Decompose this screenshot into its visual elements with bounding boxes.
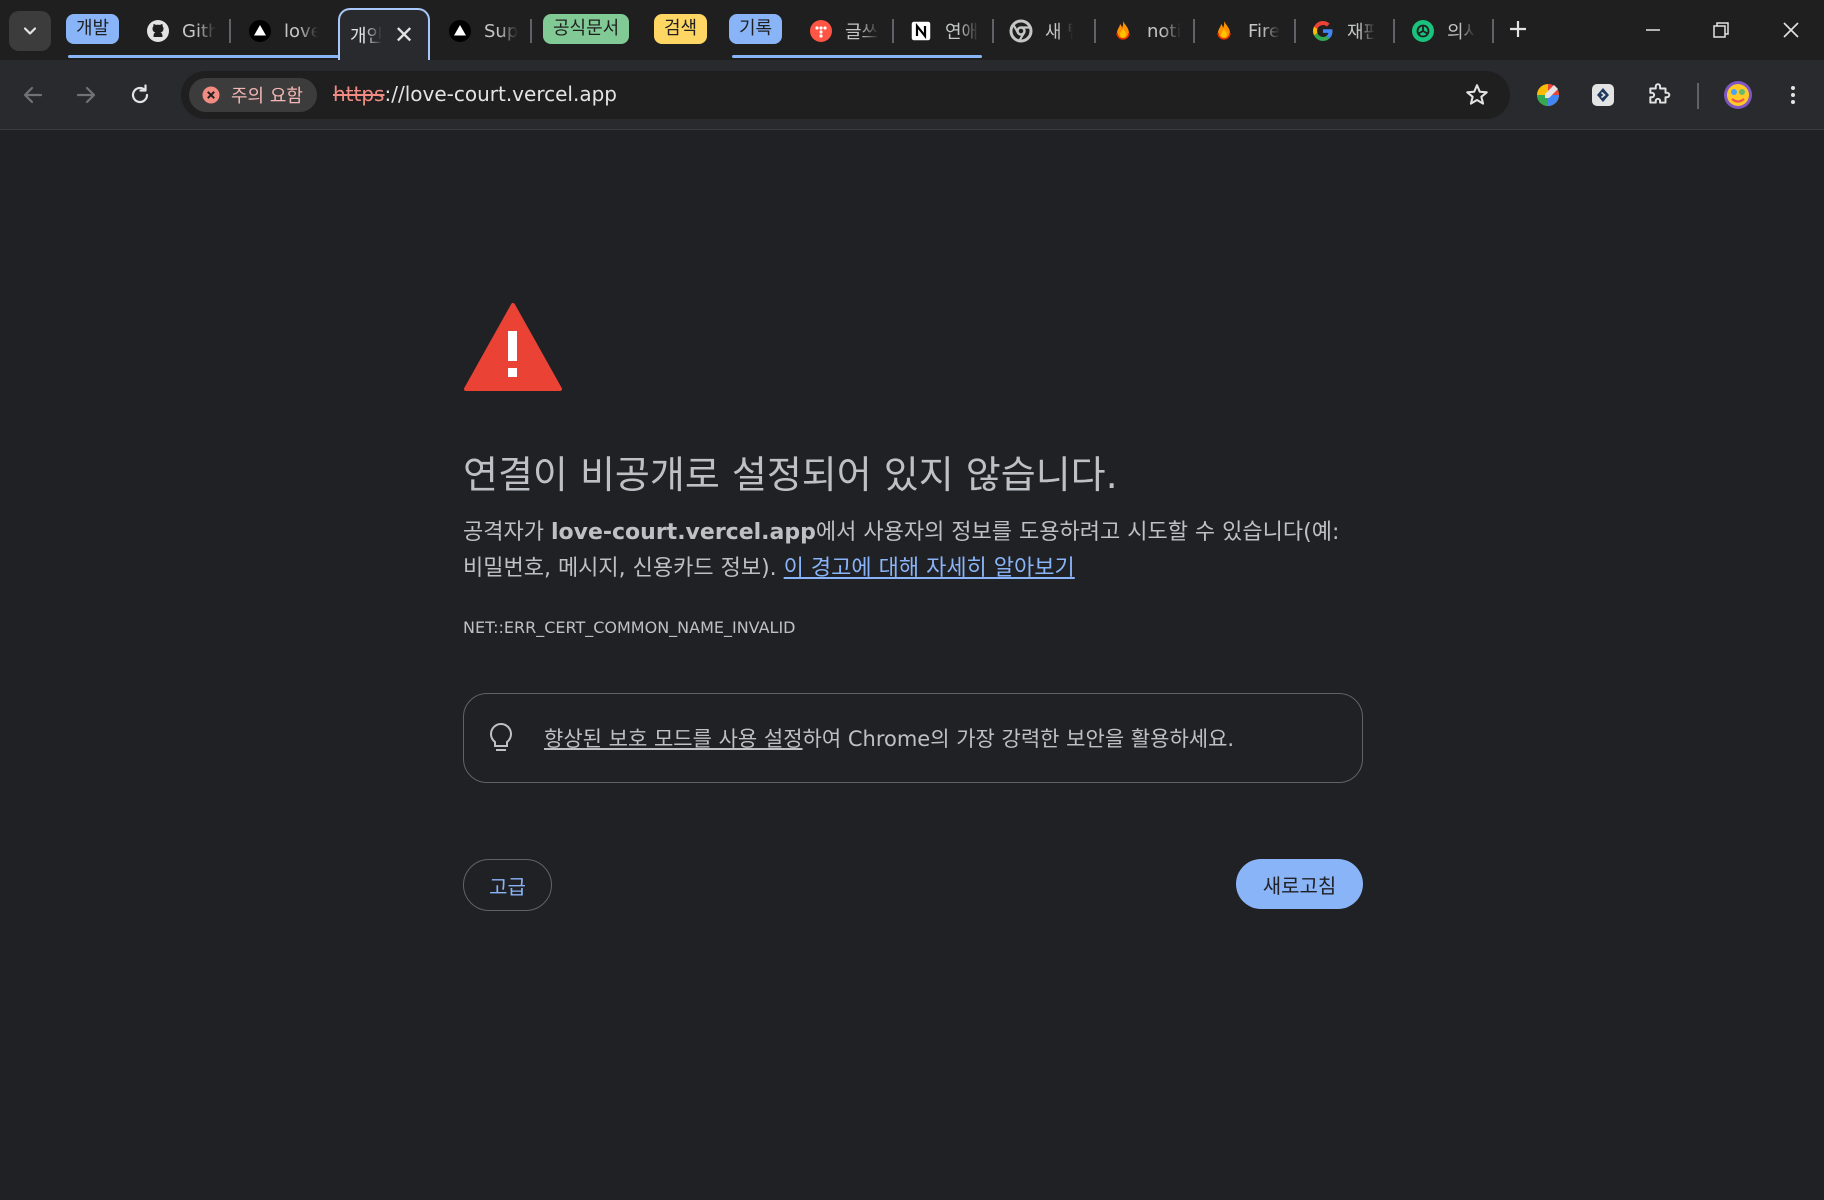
enhanced-protection-promo: 향상된 보호 모드를 사용 설정하여 Chrome의 가장 강력한 보안을 활용…: [463, 693, 1363, 783]
close-tab-icon[interactable]: ✕: [394, 21, 414, 49]
tab-group-search[interactable]: 검색: [654, 14, 708, 44]
tistory-icon: [809, 19, 833, 43]
code-box-icon: [1592, 84, 1614, 106]
chrome-icon: [1009, 19, 1033, 43]
desc-hostname: love-court.vercel.app: [550, 520, 816, 545]
tab-search-button[interactable]: [9, 11, 51, 51]
advanced-button[interactable]: 고급: [463, 859, 552, 911]
tab-title: Github: [182, 20, 216, 42]
reload-toolbar-button[interactable]: [121, 76, 159, 114]
browser-toolbar: 주의 요함 https://love-court.vercel.app: [0, 60, 1824, 130]
tab-title: love: [284, 20, 318, 42]
tab-title: 의사: [1447, 22, 1475, 43]
tab-separator: [1492, 19, 1494, 43]
chevron-down-icon: [23, 27, 37, 35]
tab-romance[interactable]: 연애: [909, 12, 1019, 50]
tab-title: Supabase: [484, 20, 518, 42]
warning-triangle-icon: [464, 303, 562, 391]
tab-group-official-docs[interactable]: 공식문서: [543, 14, 630, 44]
tab-separator: [892, 19, 894, 43]
extensions-button[interactable]: [1640, 76, 1678, 114]
chatgpt-icon: [1411, 19, 1435, 43]
security-chip[interactable]: 주의 요함: [189, 78, 317, 112]
close-window-button[interactable]: [1761, 12, 1821, 48]
arrow-left-icon: [23, 86, 43, 104]
github-icon: [146, 19, 170, 43]
firebase-icon: [1111, 19, 1135, 43]
google-icon: [1311, 19, 1335, 43]
tab-separator: [1294, 19, 1296, 43]
profile-button[interactable]: [1719, 76, 1757, 114]
restore-icon: [1713, 22, 1729, 38]
color-palette-icon: [1537, 84, 1559, 106]
puzzle-icon: [1649, 83, 1671, 104]
error-circle-icon: [202, 86, 220, 104]
tab-new-tab[interactable]: 새 탭: [1009, 12, 1119, 50]
vercel-icon: [248, 19, 272, 43]
back-button[interactable]: [14, 76, 52, 114]
address-bar[interactable]: 주의 요함 https://love-court.vercel.app: [181, 71, 1510, 119]
page-content: 연결이 비공개로 설정되어 있지 않습니다. 공격자가 love-court.v…: [0, 131, 1824, 1200]
toolbar-separator: [1697, 83, 1699, 109]
reload-icon: [131, 84, 149, 104]
extension-devtool-button[interactable]: [1584, 76, 1622, 114]
tab-separator: [1094, 19, 1096, 43]
restore-button[interactable]: [1691, 12, 1751, 48]
tab-writing[interactable]: 글쓰기: [809, 12, 919, 50]
new-tab-button[interactable]: [1503, 14, 1533, 44]
url-host: ://love-court.vercel.app: [384, 82, 617, 106]
tab-separator: [1193, 19, 1195, 43]
promo-text: 향상된 보호 모드를 사용 설정하여 Chrome의 가장 강력한 보안을 활용…: [544, 723, 1234, 753]
tab-group-dev-underline: [68, 55, 342, 58]
page-title: 연결이 비공개로 설정되어 있지 않습니다.: [463, 453, 1118, 497]
enable-enhanced-protection-link[interactable]: 향상된 보호 모드를 사용 설정: [544, 727, 803, 751]
tab-firebase[interactable]: Firebase: [1212, 12, 1322, 50]
tab-title: 재판: [1347, 22, 1375, 43]
url-text[interactable]: https://love-court.vercel.app: [333, 82, 617, 106]
error-code: NET::ERR_CERT_COMMON_NAME_INVALID: [463, 618, 796, 637]
tab-separator: [229, 19, 231, 43]
tab-title: notification: [1147, 20, 1181, 42]
learn-more-link[interactable]: 이 경고에 대해 자세히 알아보기: [784, 556, 1075, 581]
desc-prefix: 공격자가: [463, 520, 551, 545]
bookmark-button[interactable]: [1464, 82, 1490, 112]
extension-colorpicker-button[interactable]: [1529, 76, 1567, 114]
minimize-button[interactable]: [1623, 12, 1683, 48]
tab-supabase[interactable]: Supabase: [448, 12, 558, 50]
vercel-icon: [448, 19, 472, 43]
tab-active-privacy-error[interactable]: 개인정보 오류 ✕: [338, 8, 430, 60]
tab-trial[interactable]: 재판: [1311, 12, 1421, 50]
star-icon: [1466, 84, 1488, 105]
error-description: 공격자가 love-court.vercel.app에서 사용자의 정보를 도용…: [463, 515, 1363, 587]
minimize-icon: [1646, 29, 1660, 31]
promo-rest: 하여 Chrome의 가장 강력한 보안을 활용하세요.: [802, 727, 1235, 751]
lightbulb-icon: [490, 722, 512, 751]
tabs: 개발 Github love 개인정보 오류 ✕ Supabase: [62, 0, 1502, 60]
firebase-icon: [1212, 19, 1236, 43]
tab-notification[interactable]: notification: [1111, 12, 1221, 50]
tab-title: 연애: [945, 22, 979, 43]
avatar: [1724, 81, 1752, 109]
tab-title: Firebase: [1248, 20, 1280, 42]
more-vertical-icon: [1791, 86, 1795, 104]
url-scheme: https: [333, 82, 385, 106]
tab-group-dev[interactable]: 개발: [66, 14, 120, 44]
notion-icon: [909, 19, 933, 43]
plus-icon: [1510, 21, 1526, 37]
arrow-right-icon: [76, 86, 96, 104]
tab-separator: [530, 19, 532, 43]
tab-separator: [1393, 19, 1395, 43]
tab-separator: [992, 19, 994, 43]
tab-group-records[interactable]: 기록: [729, 14, 783, 44]
close-icon: [1783, 22, 1799, 38]
chrome-menu-button[interactable]: [1774, 76, 1812, 114]
tab-title: 글쓰기: [845, 22, 879, 43]
tab-title: 개인정보 오류: [350, 26, 382, 47]
tab-title: 새 탭: [1045, 22, 1073, 43]
reload-button[interactable]: 새로고침: [1236, 859, 1363, 909]
forward-button[interactable]: [67, 76, 105, 114]
tab-group-records-underline: [732, 55, 982, 58]
tab-strip: 개발 Github love 개인정보 오류 ✕ Supabase: [0, 0, 1824, 60]
security-chip-label: 주의 요함: [231, 86, 303, 107]
